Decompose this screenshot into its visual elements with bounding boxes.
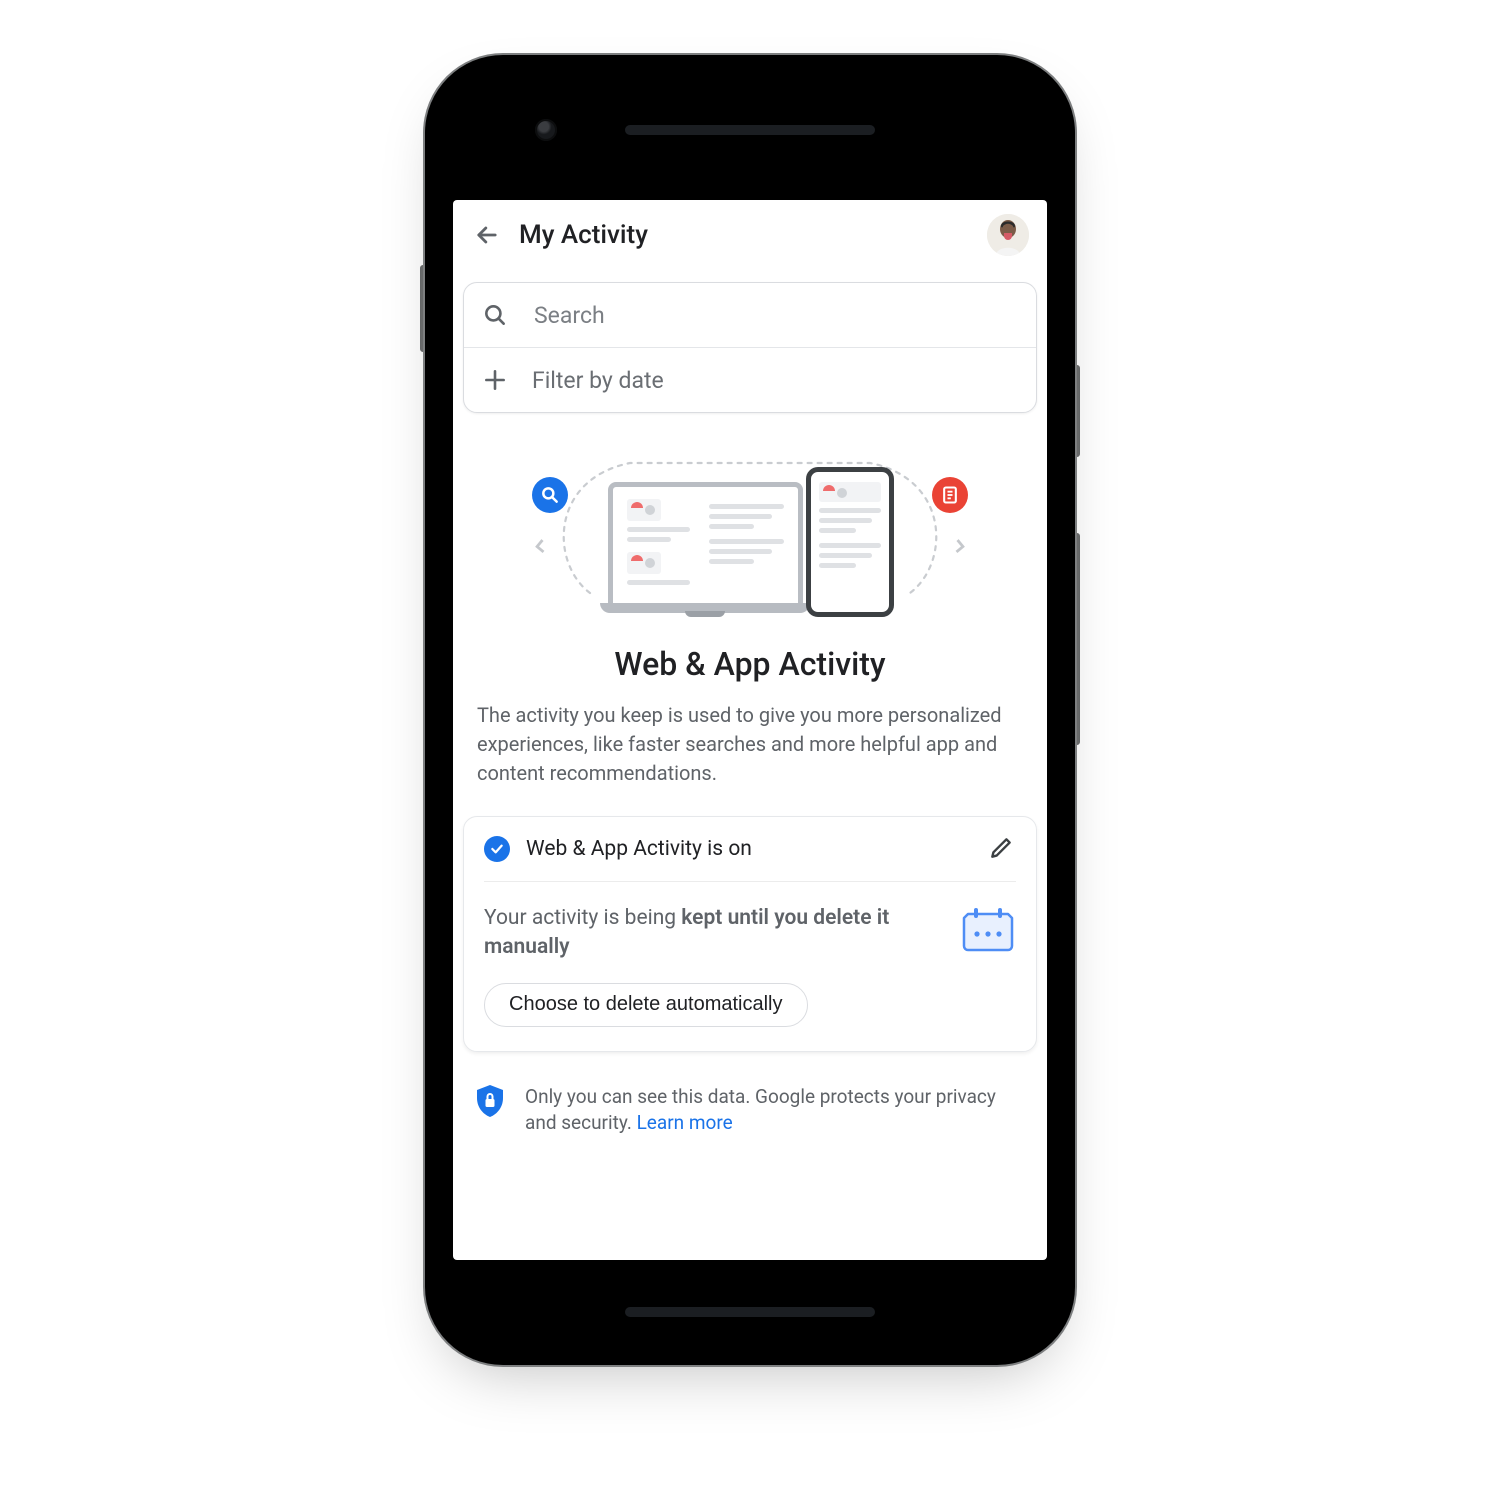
search-input[interactable] — [532, 301, 1018, 330]
activity-status-card: Web & App Activity is on Your activity i… — [463, 816, 1037, 1052]
account-avatar[interactable] — [987, 214, 1029, 256]
retention-row: Your activity is being kept until you de… — [484, 904, 1016, 963]
filter-by-date-label: Filter by date — [532, 367, 664, 394]
arrow-left-icon — [473, 221, 501, 249]
phone-illustration — [806, 467, 894, 617]
edit-button[interactable] — [988, 835, 1016, 863]
search-bubble-icon — [532, 477, 568, 513]
avatar-image — [987, 214, 1029, 256]
phone-earpiece-speaker — [625, 125, 875, 135]
auto-delete-button[interactable]: Choose to delete automatically — [484, 983, 808, 1027]
phone-front-camera — [535, 119, 557, 141]
app-screen: My Activity — [453, 200, 1047, 1260]
checkmark-badge-icon — [484, 836, 510, 862]
privacy-notice-body: Only you can see this data. Google prote… — [525, 1085, 996, 1135]
app-top-bar: My Activity — [453, 200, 1047, 270]
activity-status-label: Web & App Activity is on — [526, 837, 752, 861]
section-heading: Web & App Activity — [469, 645, 1031, 683]
privacy-notice-text: Only you can see this data. Google prote… — [525, 1084, 1025, 1137]
section-description: The activity you keep is used to give yo… — [477, 701, 1023, 788]
search-icon — [482, 302, 508, 328]
phone-frame: My Activity — [425, 55, 1075, 1365]
laptop-illustration — [600, 482, 810, 617]
retention-text: Your activity is being kept until you de… — [484, 904, 944, 963]
page-title: My Activity — [519, 220, 648, 250]
calendar-icon — [962, 904, 1016, 952]
learn-more-link[interactable]: Learn more — [637, 1111, 733, 1134]
hero-illustration — [453, 413, 1047, 617]
plus-icon — [482, 367, 508, 393]
phone-mockup: My Activity — [425, 55, 1075, 1365]
search-filter-card: Filter by date — [463, 282, 1037, 413]
retention-prefix: Your activity is being — [484, 906, 681, 930]
filter-by-date-row[interactable]: Filter by date — [464, 347, 1036, 412]
phone-chin-speaker — [625, 1307, 875, 1317]
shield-lock-icon — [475, 1084, 505, 1118]
document-bubble-icon — [932, 477, 968, 513]
activity-status-row[interactable]: Web & App Activity is on — [484, 817, 1016, 882]
privacy-notice: Only you can see this data. Google prote… — [475, 1084, 1025, 1137]
pencil-icon — [988, 835, 1014, 861]
back-button[interactable] — [467, 215, 507, 255]
search-row[interactable] — [464, 283, 1036, 347]
